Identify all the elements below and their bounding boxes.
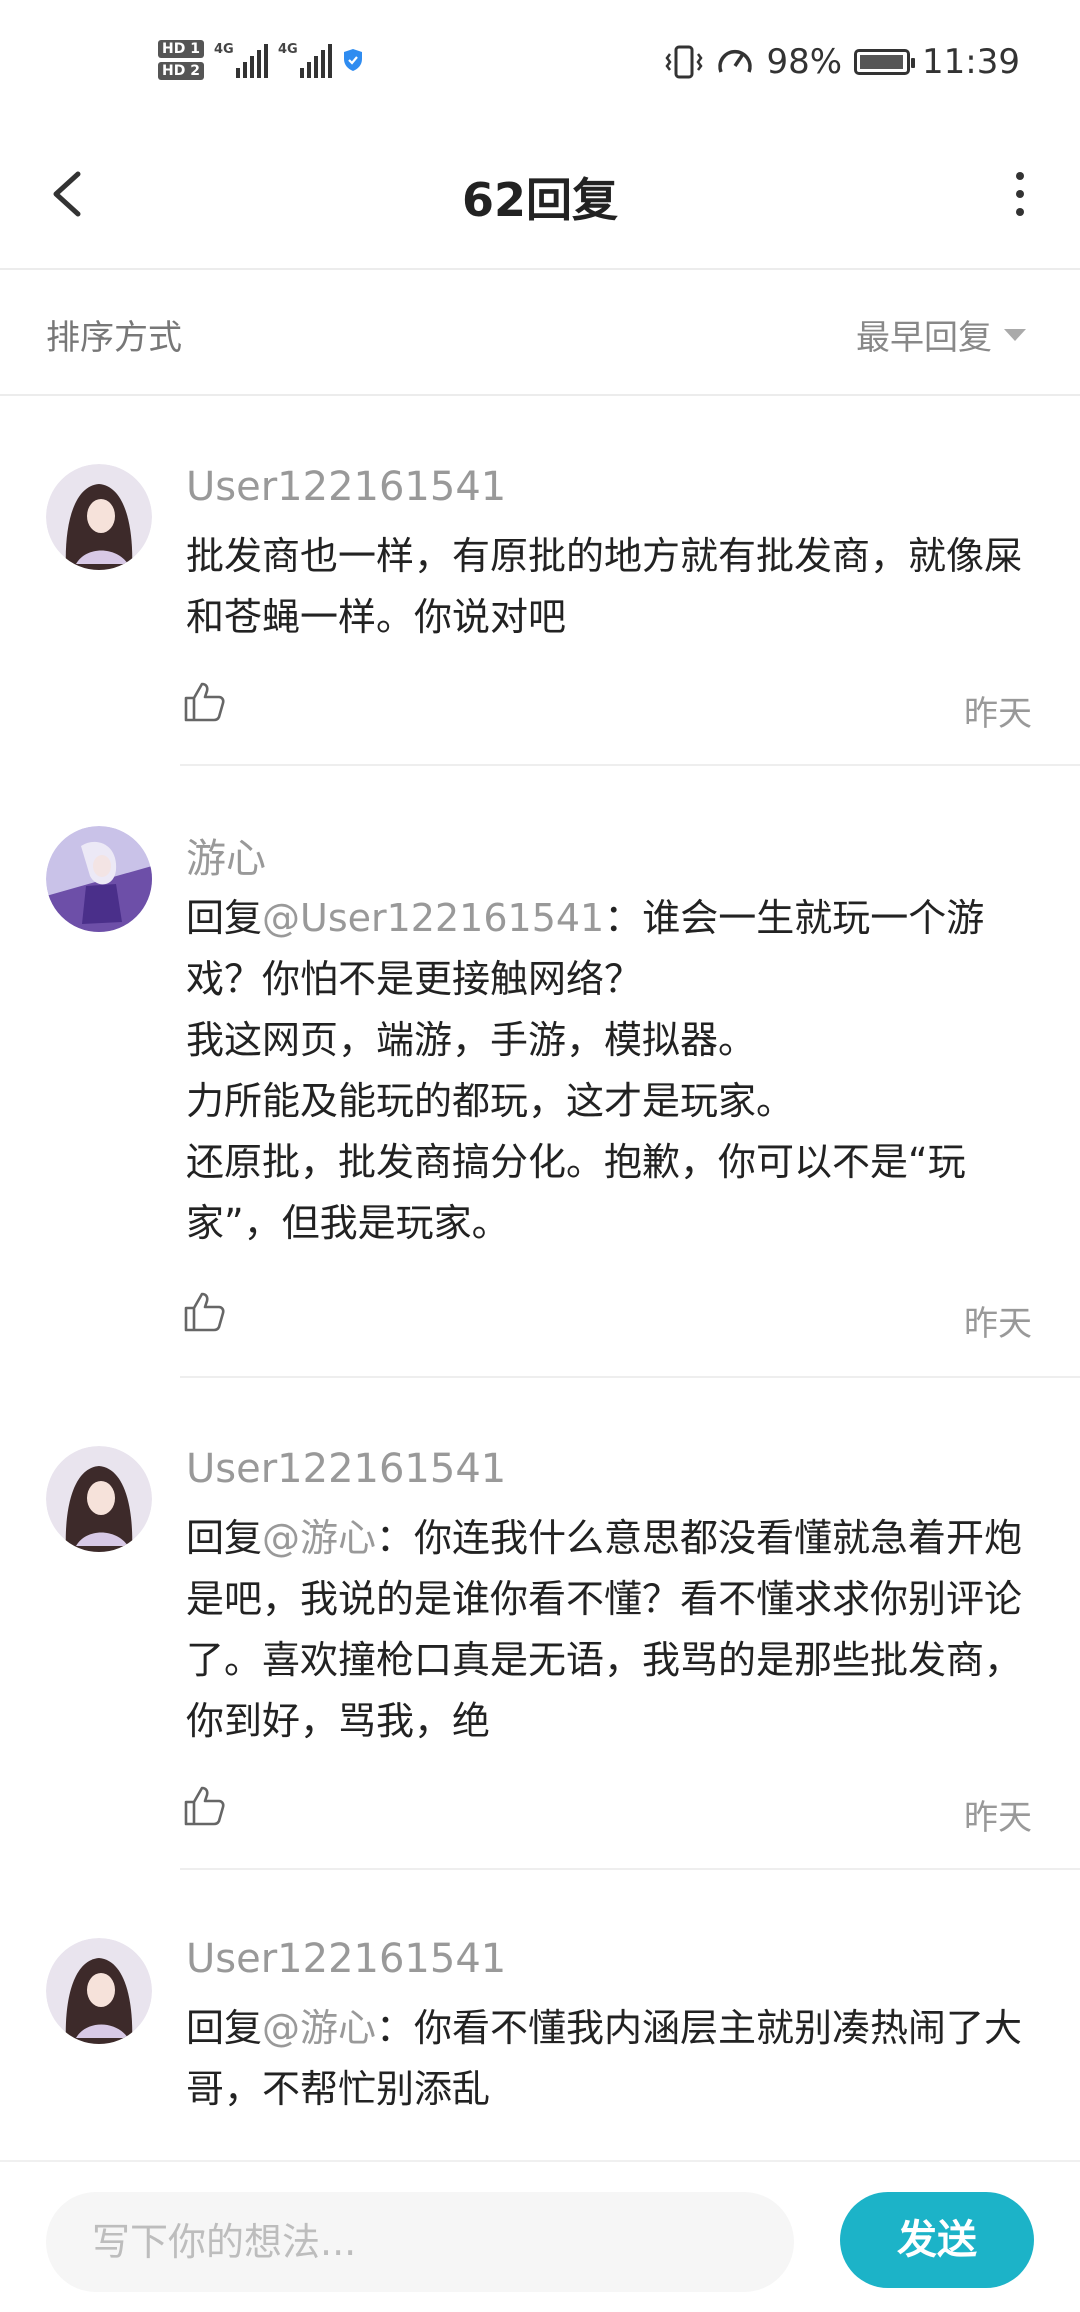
status-right: 98% 11:39 [664,34,1020,90]
sort-value-text: 最早回复 [856,318,992,358]
avatar[interactable] [46,1938,152,2044]
divider [180,764,1080,766]
reply-prefix: 回复 [186,896,263,940]
network-type-2: 4G [277,42,298,57]
comment-time: 昨天 [964,1798,1032,1838]
comment-time: 昨天 [964,1304,1032,1344]
sort-dropdown[interactable]: 最早回复 [856,310,1026,359]
divider [180,1868,1080,1870]
battery-icon [854,49,916,75]
avatar[interactable] [46,464,152,570]
comment-text: 回复@游心：你连我什么意思都没看懂就急着开炮是吧，我说的是谁你看不懂？看不懂求求… [186,1508,1038,1752]
comment-text: 回复@游心：你看不懂我内涵层主就别凑热闹了大哥，不帮忙别添乱 [186,1998,1038,2120]
clock: 11:39 [922,42,1020,82]
reply-prefix: 回复 [186,1516,263,1560]
comment-text: 回复@User122161541：谁会一生就玩一个游戏？你怕不是更接触网络？ 我… [186,888,1038,1254]
battery-percent: 98% [766,42,843,82]
hd1-badge: HD 1 [158,40,204,58]
page-title: 62回复 [461,173,618,227]
comment-username[interactable]: User122161541 [186,1936,506,1982]
signal-2-icon: 4G [278,42,332,78]
mention-link[interactable]: @User122161541 [262,896,604,940]
signal-1-icon: 4G [214,42,268,78]
status-left: HD 1 HD 2 4G 4G [158,30,364,90]
hd-indicators: HD 1 HD 2 [158,40,204,80]
thumbs-up-icon[interactable] [182,1784,226,1828]
divider [180,1376,1080,1378]
hd2-badge: HD 2 [158,62,204,80]
comment-username[interactable]: User122161541 [186,1446,506,1492]
speedometer-icon [718,49,753,73]
sort-label: 排序方式 [46,318,182,358]
mention-link[interactable]: @游心 [262,2006,376,2050]
mention-link[interactable]: @游心 [262,1516,376,1560]
thumbs-up-icon[interactable] [182,1290,226,1334]
status-bar: HD 1 HD 2 4G 4G 98% 11:39 [0,0,1080,120]
comment-username[interactable]: 游心 [186,826,266,884]
comment-text: 批发商也一样，有原批的地方就有批发商，就像屎和苍蝇一样。你说对吧 [186,526,1038,648]
vibrate-icon [665,45,703,79]
sort-bar: 排序方式 最早回复 [0,270,1080,396]
comment-input[interactable]: 写下你的想法... [46,2192,794,2292]
comment-body: ：谁会一生就玩一个游戏？你怕不是更接触网络？ 我这网页，端游，手游，模拟器。 力… [186,896,985,1245]
comment-composer: 写下你的想法... 发送 [0,2160,1080,2312]
comment-username[interactable]: User122161541 [186,464,506,510]
comment-time: 昨天 [964,694,1032,734]
shield-icon [343,49,362,71]
avatar[interactable] [46,826,152,932]
reply-prefix: 回复 [186,2006,263,2050]
network-type-1: 4G [213,42,234,57]
more-options-icon[interactable] [1010,164,1030,224]
battery-fill [860,55,904,69]
comment-body: 批发商也一样，有原批的地方就有批发商，就像屎和苍蝇一样。你说对吧 [186,534,1023,639]
send-button[interactable]: 发送 [840,2192,1034,2288]
app-header: 62回复 [0,120,1080,270]
avatar[interactable] [46,1446,152,1552]
chevron-down-icon [1004,328,1026,341]
thumbs-up-icon[interactable] [182,680,226,724]
